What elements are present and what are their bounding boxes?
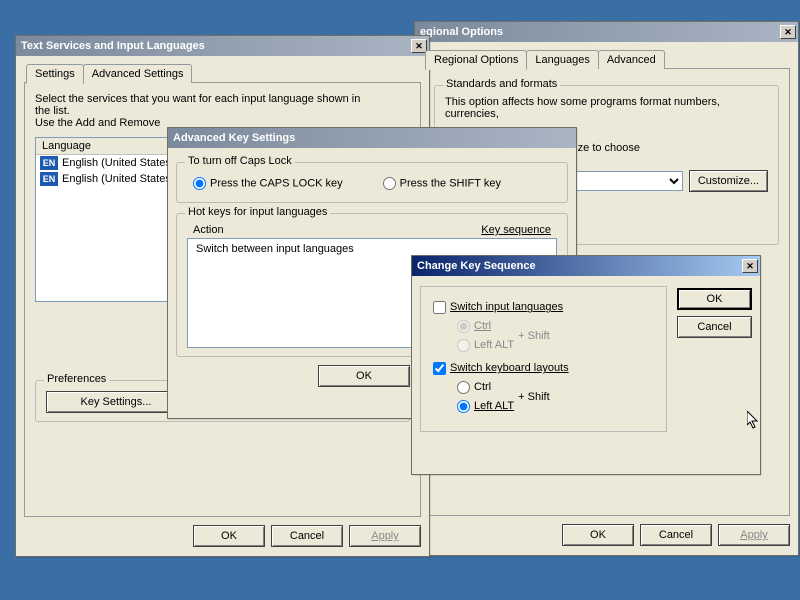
lang-badge-icon: EN	[40, 172, 58, 186]
close-icon[interactable]: ✕	[742, 259, 758, 273]
apply-button[interactable]: Apply	[349, 525, 421, 547]
apply-button[interactable]: Apply	[718, 524, 790, 546]
capslock-legend: To turn off Caps Lock	[185, 155, 295, 167]
titlebar[interactable]: Advanced Key Settings	[168, 128, 576, 148]
key-settings-button[interactable]: Key Settings...	[46, 391, 186, 413]
ok-button[interactable]: OK	[193, 525, 265, 547]
cancel-button[interactable]: Cancel	[271, 525, 343, 547]
preferences-legend: Preferences	[44, 373, 109, 385]
tab-regional-options[interactable]: Regional Options	[425, 50, 527, 70]
intro-text: Select the services that you want for ea…	[35, 93, 365, 117]
customize-button[interactable]: Customize...	[689, 170, 768, 192]
plus-shift-2: + Shift	[518, 391, 550, 403]
window-title: egional Options	[420, 26, 503, 38]
cancel-button[interactable]: Cancel	[640, 524, 712, 546]
tab-settings[interactable]: Settings	[26, 64, 84, 84]
plus-shift-1: + Shift	[518, 330, 550, 342]
col-key-sequence: Key sequence	[481, 224, 551, 236]
window-title: Advanced Key Settings	[173, 132, 295, 144]
hotkeys-legend: Hot keys for input languages	[185, 206, 330, 218]
ok-button[interactable]: OK	[562, 524, 634, 546]
radio-leftalt-2[interactable]: Left ALT	[457, 400, 514, 412]
radio-ctrl-1[interactable]: Ctrl	[457, 320, 491, 332]
titlebar[interactable]: egional Options ✕	[415, 22, 798, 42]
tab-advanced[interactable]: Advanced	[598, 50, 665, 69]
close-icon[interactable]: ✕	[780, 25, 796, 39]
switch-input-languages-checkbox[interactable]: Switch input languages	[433, 301, 563, 313]
ok-button[interactable]: OK	[677, 288, 752, 310]
window-title: Text Services and Input Languages	[21, 40, 205, 52]
radio-shift[interactable]: Press the SHIFT key	[383, 177, 501, 190]
titlebar[interactable]: Text Services and Input Languages ✕	[16, 36, 429, 56]
standards-legend: Standards and formats	[443, 78, 560, 90]
ok-button[interactable]: OK	[318, 365, 410, 387]
col-action: Action	[193, 224, 481, 236]
cursor-icon	[747, 411, 761, 431]
cancel-button[interactable]: Cancel	[677, 316, 752, 338]
tab-languages[interactable]: Languages	[526, 50, 598, 69]
change-key-sequence-window: Change Key Sequence ✕ Switch input langu…	[411, 255, 761, 475]
titlebar[interactable]: Change Key Sequence ✕	[412, 256, 760, 276]
switch-keyboard-layouts-checkbox[interactable]: Switch keyboard layouts	[433, 362, 569, 374]
tab-advanced-settings[interactable]: Advanced Settings	[83, 64, 193, 83]
radio-leftalt-1[interactable]: Left ALT	[457, 339, 514, 351]
window-title: Change Key Sequence	[417, 260, 536, 272]
lang-badge-icon: EN	[40, 156, 58, 170]
standards-text: This option affects how some programs fo…	[445, 96, 768, 120]
radio-ctrl-2[interactable]: Ctrl	[457, 381, 491, 393]
radio-capslock[interactable]: Press the CAPS LOCK key	[193, 177, 343, 190]
